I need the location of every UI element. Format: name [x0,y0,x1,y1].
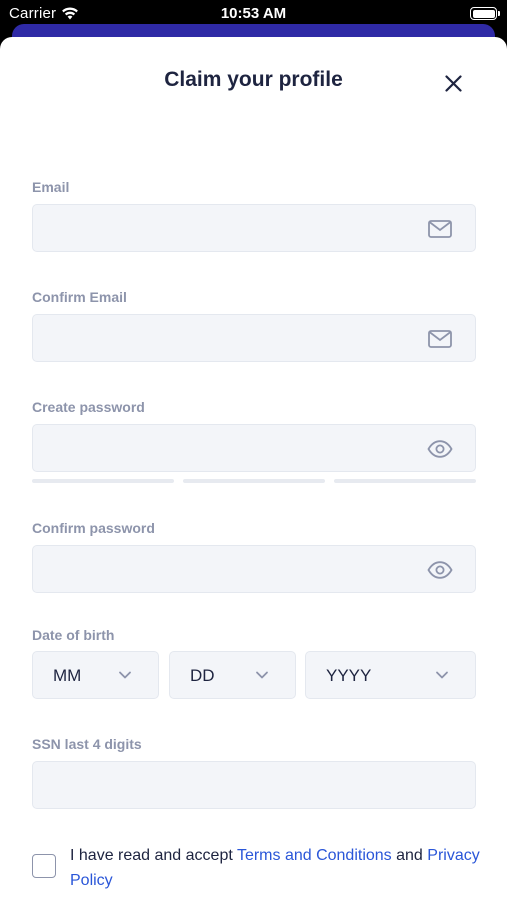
create-password-label: Create password [32,399,145,415]
birth-month-select[interactable]: MM [32,651,159,699]
email-label: Email [32,179,70,195]
confirm-email-field[interactable] [32,314,476,362]
eye-icon[interactable] [427,438,453,460]
birth-year-value: YYYY [326,666,372,685]
confirm-email-label: Confirm Email [32,289,127,305]
terms-consent-text: I have read and accept Terms and Conditi… [70,843,480,893]
status-time: 10:53 AM [220,5,287,22]
password-strength-segment [334,479,476,483]
ssn-label: SSN last 4 digits [32,736,142,752]
chevron-down-icon [436,671,448,679]
birth-day-select[interactable]: DD [169,651,296,699]
page-title: Claim your profile [164,68,343,91]
close-icon [444,74,462,92]
password-strength-segment [32,479,174,483]
birth-year-select[interactable]: YYYY [305,651,476,699]
birth-month-value: MM [53,666,82,685]
mail-icon [427,218,453,240]
confirm-password-label: Confirm password [32,520,155,536]
date-of-birth-label: Date of birth [32,627,115,643]
consent-prefix: I have read and accept [70,847,237,864]
create-password-field[interactable] [32,424,476,472]
mail-icon [427,328,453,350]
terms-checkbox[interactable] [32,854,56,878]
birth-day-value: DD [190,666,215,685]
terms-and-conditions-link[interactable]: Terms and Conditions [237,847,392,864]
chevron-down-icon [256,671,268,679]
battery-icon [470,7,500,20]
chevron-down-icon [119,671,131,679]
close-button[interactable] [440,70,466,96]
email-field[interactable] [32,204,476,252]
consent-conjunction: and [391,847,428,864]
confirm-password-field[interactable] [32,545,476,593]
ssn-field[interactable] [32,761,476,809]
eye-icon[interactable] [427,559,453,581]
password-strength-segment [183,479,325,483]
